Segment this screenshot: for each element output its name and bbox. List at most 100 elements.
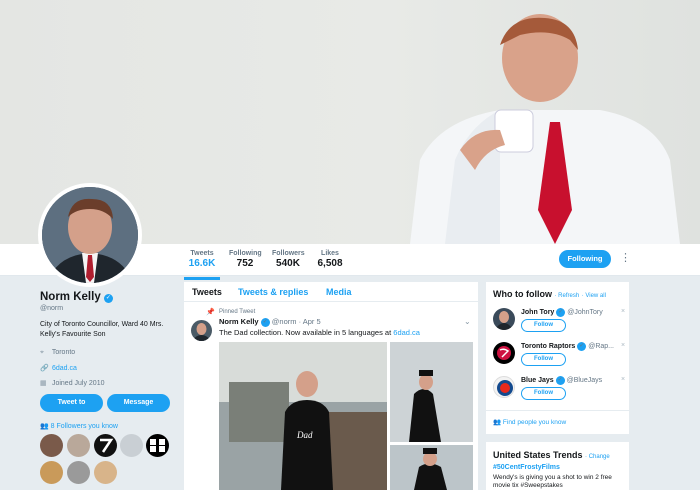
calendar-icon: ▦ <box>40 380 47 387</box>
trends-change-link[interactable]: · Change <box>585 454 610 460</box>
followers-you-know-link[interactable]: 👥 8 Followers you know <box>40 422 118 430</box>
tweet-meta: @norm · Apr 5 <box>271 317 321 326</box>
stat-likes-value: 6,508 <box>317 258 343 269</box>
tweet-author-name[interactable]: Norm Kelly <box>219 317 259 326</box>
refresh-link[interactable]: · Refresh <box>555 293 580 299</box>
stat-likes[interactable]: Likes 6,508 <box>316 250 344 280</box>
followers-icon: 👥 <box>40 423 49 430</box>
find-people-label: Find people you know <box>502 419 567 426</box>
follower-avatar[interactable] <box>67 434 90 457</box>
chevron-down-icon[interactable]: ⌄ <box>464 317 471 326</box>
trends-title: United States Trends <box>493 450 583 460</box>
stat-followers-label: Followers <box>272 250 305 257</box>
suggestion-handle: @BlueJays <box>566 377 603 384</box>
following-button[interactable]: Following <box>559 250 611 268</box>
pin-icon: 📌 <box>206 309 215 316</box>
suggestion-avatar[interactable] <box>493 308 515 330</box>
suggestion-item: John Tory ✓ @JohnTory Follow × <box>493 308 625 338</box>
profile-name-row: Norm Kelly ✓ <box>40 291 180 303</box>
suggestion-display-name: John Tory <box>521 309 555 316</box>
tweet-header: Norm Kelly ✓ @norm · Apr 5 <box>219 317 321 327</box>
link-icon: 🔗 <box>40 365 49 372</box>
timeline: Tweets Tweets & replies Media 📌 Pinned T… <box>184 282 478 490</box>
trend-hashtag[interactable]: #50CentFrostyFilms <box>493 464 560 471</box>
avatar-image <box>42 187 138 283</box>
suggestion-item: Blue Jays ✓ @BlueJays Follow × <box>493 376 625 406</box>
stat-followers[interactable]: Followers 540K <box>272 250 305 280</box>
find-people-link[interactable]: 👥 Find people you know <box>493 418 566 426</box>
close-icon[interactable]: × <box>621 342 625 349</box>
close-icon[interactable]: × <box>621 376 625 383</box>
suggestion-handle: @JohnTory <box>567 309 603 316</box>
stat-tweets-label: Tweets <box>190 250 214 257</box>
followers-you-know-label: 8 Followers you know <box>50 423 118 430</box>
profile-website-row: 🔗 6dad.ca <box>40 364 180 374</box>
tweet-text: The Dad collection. Now available in 5 l… <box>219 328 420 337</box>
follow-button[interactable]: Follow <box>521 319 566 332</box>
stat-following-value: 752 <box>236 258 254 269</box>
divider <box>486 410 629 411</box>
trends-panel: United States Trends · Change #50CentFro… <box>486 442 629 490</box>
tweet-media[interactable]: Dad <box>219 342 473 490</box>
profile-website-link[interactable]: 6dad.ca <box>52 365 77 372</box>
profile-bio: City of Toronto Councillor, Ward 40 Mrs.… <box>40 321 164 338</box>
suggestion-display-name: Blue Jays <box>521 377 554 384</box>
verified-badge-icon: ✓ <box>103 294 113 303</box>
follower-avatar[interactable] <box>120 434 143 457</box>
close-icon[interactable]: × <box>621 308 625 315</box>
tweet-to-button[interactable]: Tweet to <box>40 394 103 412</box>
suggestion-name[interactable]: John Tory ✓ @JohnTory <box>521 308 603 317</box>
location-pin-icon: ⌖ <box>40 349 44 356</box>
tab-tweets[interactable]: Tweets <box>192 287 222 297</box>
suggestion-avatar[interactable] <box>493 342 515 364</box>
who-to-follow-panel: Who to follow · Refresh · View all John … <box>486 282 629 434</box>
view-all-link[interactable]: · View all <box>582 293 606 299</box>
shirt-dad-text: Dad <box>296 430 313 440</box>
suggestion-display-name: Toronto Raptors <box>521 343 576 350</box>
profile-card: Norm Kelly ✓ @norm City of Toronto Counc… <box>40 291 180 389</box>
profile-avatar[interactable] <box>38 183 142 287</box>
stat-following-label: Following <box>229 250 262 257</box>
follower-avatar[interactable] <box>94 434 117 457</box>
tab-media[interactable]: Media <box>326 287 352 297</box>
follower-avatar[interactable] <box>67 461 90 484</box>
follower-avatar[interactable] <box>94 461 117 484</box>
profile-handle: @norm <box>40 305 64 312</box>
verified-badge-icon: ✓ <box>555 376 565 385</box>
banner-photo <box>410 14 680 244</box>
people-icon: 👥 <box>493 419 502 426</box>
follow-button[interactable]: Follow <box>521 353 566 366</box>
pinned-label: Pinned Tweet <box>219 309 256 315</box>
stat-tweets-value: 16.6K <box>188 258 216 269</box>
trend-description: Wendy's is giving you a shot to win 2 fr… <box>493 474 612 489</box>
profile-name: Norm Kelly <box>40 291 101 303</box>
more-dots-icon[interactable]: ⋮ <box>620 251 631 264</box>
follow-button[interactable]: Follow <box>521 387 566 400</box>
profile-joined-row: ▦ Joined July 2010 <box>40 379 180 389</box>
trends-header: United States Trends · Change <box>493 450 610 460</box>
who-to-follow-header: Who to follow · Refresh · View all <box>493 289 606 299</box>
suggestion-avatar[interactable] <box>493 376 515 398</box>
suggestion-name[interactable]: Toronto Raptors ✓ @Rap... <box>521 342 614 351</box>
tab-tweets-replies[interactable]: Tweets & replies <box>238 287 308 297</box>
tweet-body: The Dad collection. Now available in 5 l… <box>219 328 394 337</box>
suggestion-item: Toronto Raptors ✓ @Rap... Follow × <box>493 342 625 372</box>
verified-badge-icon: ✓ <box>577 342 587 351</box>
tweet-avatar[interactable] <box>191 320 212 341</box>
follower-avatar[interactable] <box>146 434 169 457</box>
profile-joined: Joined July 2010 <box>51 380 105 387</box>
stat-tweets[interactable]: Tweets 16.6K <box>184 250 220 280</box>
stat-following[interactable]: Following 752 <box>229 250 262 280</box>
profile-location-row: ⌖ Toronto <box>40 349 180 359</box>
profile-location: Toronto <box>51 349 76 356</box>
follower-avatar[interactable] <box>40 434 63 457</box>
follower-avatar[interactable] <box>40 461 63 484</box>
verified-badge-icon: ✓ <box>260 318 270 327</box>
timeline-tabs: Tweets Tweets & replies Media <box>184 282 478 302</box>
suggestion-name[interactable]: Blue Jays ✓ @BlueJays <box>521 376 602 385</box>
tweet-link[interactable]: 6dad.ca <box>393 328 420 337</box>
message-button[interactable]: Message <box>107 394 170 412</box>
stat-followers-value: 540K <box>276 258 300 269</box>
verified-badge-icon: ✓ <box>556 308 566 317</box>
stat-likes-label: Likes <box>321 250 339 257</box>
